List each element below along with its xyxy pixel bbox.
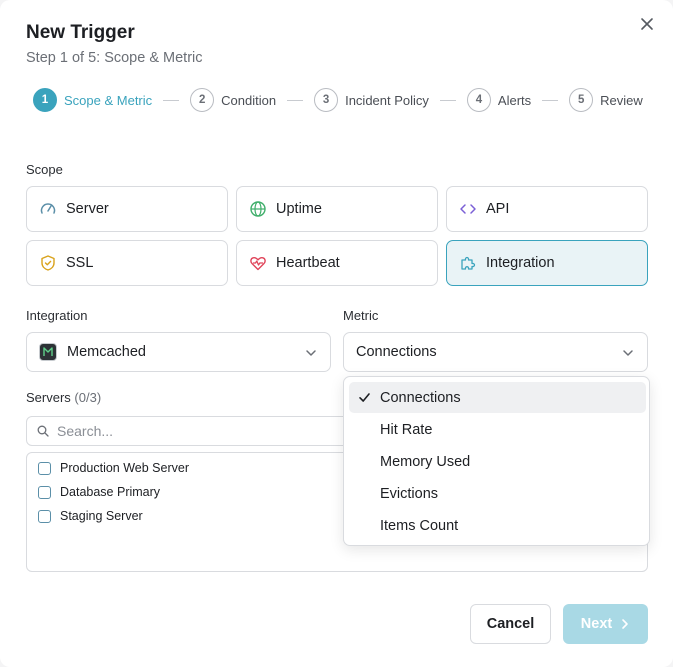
scope-option-label: API xyxy=(486,201,510,217)
puzzle-icon xyxy=(459,254,477,272)
gauge-icon xyxy=(39,200,57,218)
integration-select[interactable]: Memcached xyxy=(26,332,331,372)
scope-option-ssl[interactable]: SSL xyxy=(26,240,228,286)
step-divider xyxy=(163,99,180,101)
metric-option-items-count[interactable]: Items Count xyxy=(349,510,646,541)
scope-option-label: SSL xyxy=(66,255,94,271)
metric-select[interactable]: Connections xyxy=(343,332,648,372)
integration-value: Memcached xyxy=(67,344,146,360)
metric-option-connections[interactable]: Connections xyxy=(349,382,646,413)
scope-option-label: Heartbeat xyxy=(276,255,340,271)
servers-count: (0/3) xyxy=(74,390,102,405)
step-divider xyxy=(439,99,456,101)
close-icon xyxy=(641,18,653,30)
step-number: 2 xyxy=(190,88,215,112)
shield-check-icon xyxy=(39,254,57,272)
server-item-database-primary[interactable]: Database Primary xyxy=(38,485,160,499)
search-icon xyxy=(37,425,49,437)
code-icon xyxy=(459,200,477,218)
servers-label: Servers (0/3) xyxy=(26,390,101,405)
server-checkbox[interactable] xyxy=(38,461,51,475)
new-trigger-dialog: New Trigger Step 1 of 5: Scope & Metric … xyxy=(0,0,673,667)
server-item-staging-server[interactable]: Staging Server xyxy=(38,509,143,523)
step-number: 4 xyxy=(466,88,491,112)
next-button-label: Next xyxy=(580,616,613,632)
cancel-button[interactable]: Cancel xyxy=(470,604,551,644)
metric-dropdown-menu: Connections Hit Rate Memory Used Evictio… xyxy=(343,376,650,546)
metric-option-label: Hit Rate xyxy=(380,421,433,438)
dialog-subtitle: Step 1 of 5: Scope & Metric xyxy=(26,50,203,66)
step-label: Condition xyxy=(221,92,277,108)
server-name: Production Web Server xyxy=(60,461,189,475)
metric-option-label: Connections xyxy=(380,389,461,406)
server-checkbox[interactable] xyxy=(38,485,51,499)
chevron-down-icon xyxy=(304,346,318,365)
server-name: Staging Server xyxy=(60,509,143,523)
chevron-down-icon xyxy=(621,346,635,365)
step-1: 1 Scope & Metric xyxy=(33,88,152,112)
metric-option-memory-used[interactable]: Memory Used xyxy=(349,446,646,477)
step-5: 5 Review xyxy=(569,88,643,112)
metric-option-label: Items Count xyxy=(380,517,459,534)
server-item-production-web-server[interactable]: Production Web Server xyxy=(38,461,189,475)
server-name: Database Primary xyxy=(60,485,161,499)
metric-option-evictions[interactable]: Evictions xyxy=(349,478,646,509)
stepper: 1 Scope & Metric 2 Condition 3 Incident … xyxy=(33,88,643,112)
next-button[interactable]: Next xyxy=(563,604,648,644)
metric-option-label: Evictions xyxy=(380,485,439,502)
metric-option-label: Memory Used xyxy=(380,453,471,470)
step-label: Incident Policy xyxy=(345,92,429,108)
server-checkbox[interactable] xyxy=(38,509,51,523)
step-label: Review xyxy=(600,92,643,108)
scope-label: Scope xyxy=(26,162,63,177)
step-number: 3 xyxy=(314,88,339,112)
metric-value: Connections xyxy=(356,344,437,360)
scope-option-server[interactable]: Server xyxy=(26,186,228,232)
server-search[interactable]: Search... xyxy=(26,416,356,446)
step-3: 3 Incident Policy xyxy=(314,88,429,112)
scope-option-uptime[interactable]: Uptime xyxy=(236,186,438,232)
step-number: 5 xyxy=(569,88,594,112)
step-number: 1 xyxy=(33,88,57,112)
close-button[interactable] xyxy=(636,13,658,35)
scope-option-label: Uptime xyxy=(276,201,322,217)
step-label: Scope & Metric xyxy=(64,92,153,108)
scope-option-api[interactable]: API xyxy=(446,186,648,232)
heart-pulse-icon xyxy=(249,254,267,272)
scope-option-heartbeat[interactable]: Heartbeat xyxy=(236,240,438,286)
step-divider xyxy=(287,99,304,101)
scope-option-integration[interactable]: Integration xyxy=(446,240,648,286)
step-4: 4 Alerts xyxy=(466,88,532,112)
search-input[interactable]: Search... xyxy=(57,423,113,439)
step-divider xyxy=(542,99,559,101)
check-icon xyxy=(358,391,371,409)
step-2: 2 Condition xyxy=(190,88,276,112)
memcached-icon xyxy=(39,343,57,361)
scope-option-label: Integration xyxy=(486,255,555,271)
servers-label-text: Servers xyxy=(26,390,71,405)
globe-icon xyxy=(249,200,267,218)
integration-label: Integration xyxy=(26,308,88,323)
scope-option-label: Server xyxy=(66,201,109,217)
step-label: Alerts xyxy=(497,92,532,108)
dialog-title: New Trigger xyxy=(26,22,135,43)
metric-label: Metric xyxy=(343,308,379,323)
metric-option-hit-rate[interactable]: Hit Rate xyxy=(349,414,646,445)
chevron-right-icon xyxy=(620,618,630,630)
